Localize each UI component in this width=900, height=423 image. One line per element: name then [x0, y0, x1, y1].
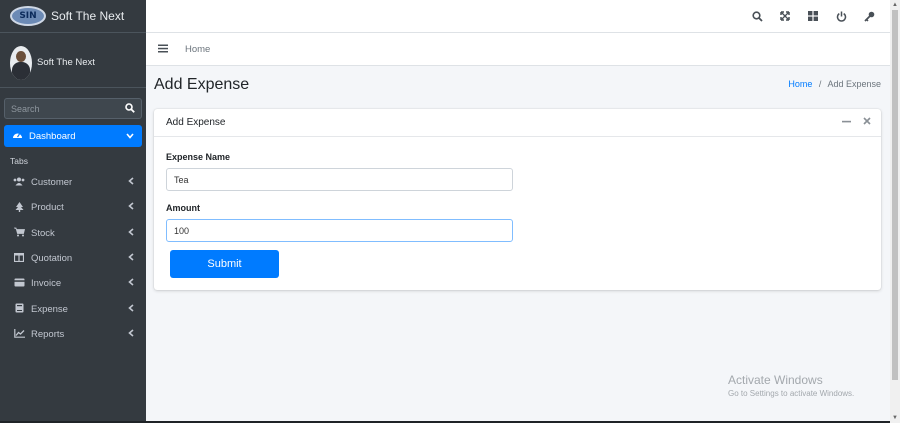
card-title: Add Expense: [166, 117, 226, 128]
content-header: Add Expense Home / Add Expense: [154, 76, 884, 94]
dashboard-icon: [12, 130, 23, 143]
sidebar-item-label: Expense: [31, 303, 68, 315]
breadcrumb-separator: /: [818, 79, 822, 89]
sidebar: SIN Soft The Next Soft The Next Search D…: [0, 0, 146, 423]
breadcrumb-current: Add Expense: [827, 79, 881, 89]
sidebar-item-reports[interactable]: Reports: [0, 322, 146, 347]
sidebar-item-label: Product: [31, 202, 64, 214]
chevron-left-icon: [128, 304, 134, 315]
brand[interactable]: SIN Soft The Next: [0, 0, 146, 33]
chevron-left-icon: [128, 329, 134, 340]
sidebar-item-label: Dashboard: [29, 130, 76, 142]
scroll-down-icon[interactable]: ▼: [892, 415, 898, 421]
book-icon: [13, 303, 25, 315]
brand-name: Soft The Next: [51, 9, 125, 23]
close-icon[interactable]: [863, 117, 871, 129]
windows-activation-watermark: Activate Windows Go to Settings to activ…: [728, 373, 854, 398]
tree-icon: [13, 201, 25, 214]
grid-icon[interactable]: [806, 9, 820, 23]
menu-toggle-icon[interactable]: [158, 42, 168, 56]
search-icon[interactable]: [750, 9, 764, 23]
search-icon[interactable]: [125, 102, 135, 115]
card-header: Add Expense: [154, 109, 881, 137]
submit-button[interactable]: Submit: [170, 250, 279, 278]
key-icon[interactable]: [862, 9, 876, 23]
credit-card-icon: [13, 278, 25, 289]
avatar: [10, 45, 32, 80]
user-panel[interactable]: Soft The Next: [0, 38, 146, 88]
chevron-left-icon: [128, 228, 134, 239]
watermark-title: Activate Windows: [728, 373, 823, 387]
top-navbar: [146, 0, 890, 33]
sidebar-item-label: Customer: [31, 177, 73, 189]
fullscreen-icon[interactable]: [778, 9, 792, 23]
chart-line-icon: [13, 328, 25, 340]
expense-name-label: Expense Name: [166, 152, 231, 162]
page-title: Add Expense: [154, 76, 250, 93]
scrollbar-thumb[interactable]: [892, 10, 898, 380]
cart-icon: [13, 227, 25, 239]
amount-field[interactable]: [166, 219, 513, 242]
chevron-left-icon: [128, 253, 134, 264]
sidebar-item-product[interactable]: Product: [0, 195, 146, 220]
sidebar-item-quotation[interactable]: Quotation: [0, 246, 146, 271]
breadcrumb: Home / Add Expense: [788, 79, 881, 89]
chevron-left-icon: [128, 177, 134, 188]
power-icon[interactable]: [834, 9, 848, 23]
brand-logo: SIN: [10, 6, 46, 26]
chevron-left-icon: [128, 202, 134, 213]
watermark-subtitle: Go to Settings to activate Windows.: [728, 389, 855, 398]
sidebar-item-label: Reports: [31, 328, 65, 340]
sidebar-item-label: Invoice: [31, 278, 62, 290]
sidebar-item-dashboard[interactable]: Dashboard: [4, 125, 142, 147]
chevron-down-icon: [126, 131, 134, 142]
user-name: Soft The Next: [37, 57, 95, 68]
nav-home-link[interactable]: Home: [185, 44, 210, 55]
sidebar-search[interactable]: Search: [4, 98, 142, 119]
sidebar-item-invoice[interactable]: Invoice: [0, 271, 146, 296]
chevron-left-icon: [128, 278, 134, 289]
sidebar-item-label: Stock: [31, 227, 55, 239]
users-icon: [13, 177, 25, 188]
sidebar-item-expense[interactable]: Expense: [0, 296, 146, 321]
add-expense-card: Add Expense Expense Name Amount Submit: [154, 109, 881, 290]
page-scrollbar[interactable]: ▲ ▼: [890, 0, 900, 423]
expense-name-field[interactable]: [166, 168, 513, 191]
sidebar-item-label: Quotation: [31, 253, 73, 265]
sidebar-item-customer[interactable]: Customer: [0, 170, 146, 195]
secondary-navbar: Home: [146, 33, 890, 66]
columns-icon: [13, 252, 25, 264]
search-input[interactable]: Search: [11, 104, 40, 114]
sidebar-item-stock[interactable]: Stock: [0, 221, 146, 246]
amount-label: Amount: [166, 203, 200, 213]
breadcrumb-home-link[interactable]: Home: [788, 79, 812, 89]
collapse-icon[interactable]: [842, 117, 851, 129]
scroll-up-icon[interactable]: ▲: [892, 2, 898, 8]
nav-header: Tabs: [10, 156, 28, 166]
